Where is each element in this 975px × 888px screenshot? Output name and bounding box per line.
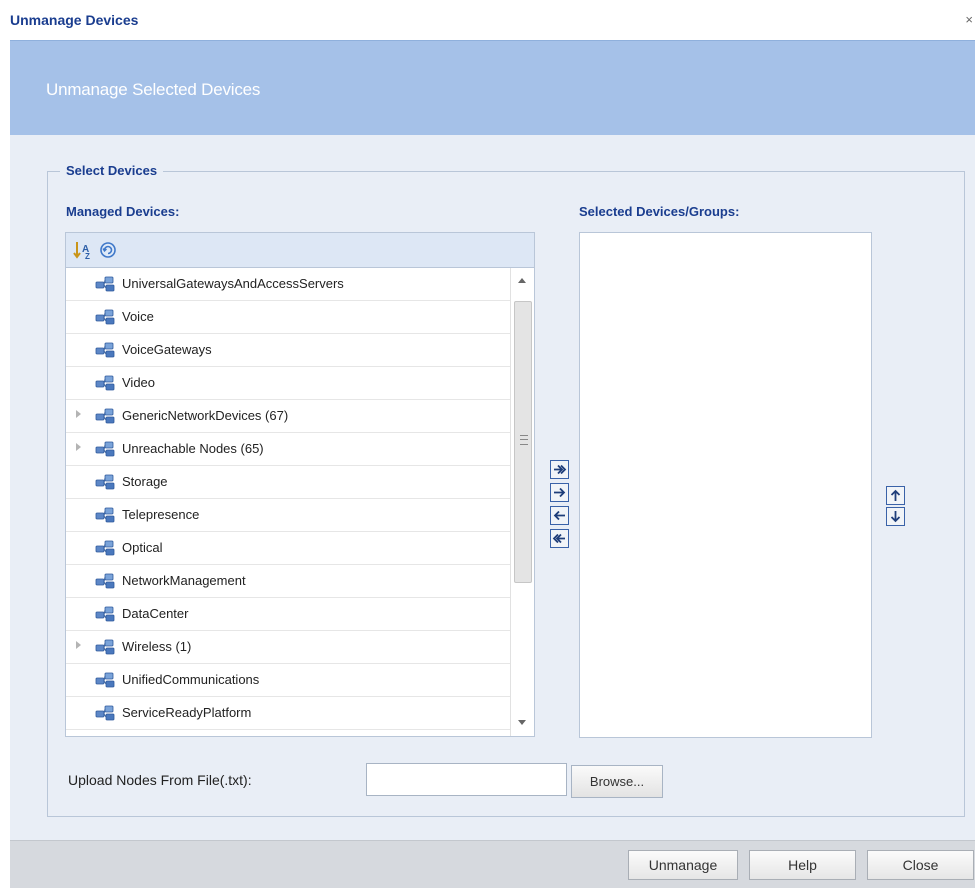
move-down-button[interactable]: [886, 507, 905, 526]
device-group-icon: [94, 703, 116, 723]
dialog-titlebar[interactable]: Unmanage Devices ×: [10, 0, 975, 40]
close-button[interactable]: Close: [867, 850, 974, 880]
managed-devices-tree[interactable]: UniversalGatewaysAndAccessServers Voice Vo…: [65, 268, 535, 737]
fieldset-legend: Select Devices: [60, 163, 164, 178]
tree-toolbar: A Z: [65, 232, 535, 268]
expand-arrow-icon[interactable]: [76, 410, 81, 418]
banner-title: Unmanage Selected Devices: [46, 80, 261, 99]
remove-all-icon: [552, 533, 565, 544]
device-group-icon: [94, 406, 116, 426]
refresh-icon[interactable]: [99, 241, 117, 259]
managed-devices-label: Managed Devices:: [66, 204, 180, 219]
device-group-icon: [94, 604, 116, 624]
move-up-icon: [890, 489, 901, 501]
upload-file-input[interactable]: [366, 763, 567, 796]
tree-row[interactable]: GenericNetworkDevices (67): [66, 400, 510, 433]
tree-row[interactable]: ServiceReadyPlatform: [66, 697, 510, 730]
tree-row-label: Video: [122, 375, 156, 390]
dialog-body: Select Devices Managed Devices: Selected…: [10, 135, 975, 840]
add-all-button[interactable]: [550, 460, 569, 479]
unmanage-button[interactable]: Unmanage: [628, 850, 738, 880]
selected-devices-list[interactable]: [579, 232, 872, 738]
add-icon: [554, 487, 566, 498]
tree-row-label: Voice: [122, 309, 154, 324]
browse-button[interactable]: Browse...: [571, 765, 663, 798]
upload-nodes-label: Upload Nodes From File(.txt):: [68, 772, 252, 788]
tree-row[interactable]: UnifiedCommunications: [66, 664, 510, 697]
tree-row-label: Storage: [122, 474, 168, 489]
device-group-icon: [94, 571, 116, 591]
device-group-icon: [94, 307, 116, 327]
device-group-icon: [94, 373, 116, 393]
remove-button[interactable]: [550, 506, 569, 525]
device-group-icon: [94, 637, 116, 657]
tree-row-label: NetworkManagement: [122, 573, 246, 588]
tree-row[interactable]: Telepresence: [66, 499, 510, 532]
tree-row[interactable]: UniversalGatewaysAndAccessServers: [66, 268, 510, 301]
scroll-up-arrow-icon[interactable]: [518, 278, 526, 283]
tree-row-label: Optical: [122, 540, 163, 555]
dialog-footer: Unmanage Help Close: [10, 840, 975, 888]
expand-arrow-icon[interactable]: [76, 641, 81, 649]
device-group-icon: [94, 439, 116, 459]
device-group-icon: [94, 505, 116, 525]
device-group-icon: [94, 670, 116, 690]
tree-row[interactable]: Voice: [66, 301, 510, 334]
device-group-icon: [94, 538, 116, 558]
remove-all-button[interactable]: [550, 529, 569, 548]
tree-row-label: VoiceGateways: [122, 342, 212, 357]
tree-scrollbar[interactable]: [510, 268, 534, 736]
tree-row[interactable]: NetworkManagement: [66, 565, 510, 598]
tree-row[interactable]: DataCenter: [66, 598, 510, 631]
move-up-button[interactable]: [886, 486, 905, 505]
device-group-icon: [94, 472, 116, 492]
remove-icon: [553, 510, 565, 521]
expand-arrow-icon[interactable]: [76, 443, 81, 451]
dialog-banner: Unmanage Selected Devices: [10, 40, 975, 135]
selected-devices-label: Selected Devices/Groups:: [579, 204, 740, 219]
scroll-down-arrow-icon[interactable]: [518, 720, 526, 725]
tree-row-label: DataCenter: [122, 606, 189, 621]
select-devices-fieldset: Select Devices Managed Devices: Selected…: [47, 163, 965, 817]
move-down-icon: [890, 511, 901, 523]
tree-row-label: Wireless (1): [122, 639, 192, 654]
tree-row-label: Unreachable Nodes (65): [122, 441, 264, 456]
tree-row[interactable]: VoiceGateways: [66, 334, 510, 367]
sort-icon[interactable]: A Z: [72, 240, 94, 261]
tree-row-label: Telepresence: [122, 507, 200, 522]
scroll-grip: [520, 435, 528, 445]
unmanage-devices-dialog: Unmanage Devices × Unmanage Selected Dev…: [10, 0, 975, 888]
tree-row[interactable]: Video: [66, 367, 510, 400]
device-group-icon: [94, 274, 116, 294]
help-button[interactable]: Help: [749, 850, 856, 880]
tree-row[interactable]: Unreachable Nodes (65): [66, 433, 510, 466]
tree-row[interactable]: Storage: [66, 466, 510, 499]
tree-row[interactable]: Optical: [66, 532, 510, 565]
tree-row-label: UnifiedCommunications: [122, 672, 260, 687]
close-icon[interactable]: ×: [965, 12, 973, 27]
tree-row-label: GenericNetworkDevices (67): [122, 408, 289, 423]
dialog-title: Unmanage Devices: [10, 12, 139, 28]
tree-row-label: ServiceReadyPlatform: [122, 705, 252, 720]
tree-row[interactable]: Wireless (1): [66, 631, 510, 664]
add-button[interactable]: [550, 483, 569, 502]
tree-row-label: UniversalGatewaysAndAccessServers: [122, 276, 344, 291]
scroll-thumb[interactable]: [514, 301, 532, 583]
window-edge: [0, 0, 10, 888]
add-all-icon: [554, 464, 567, 475]
svg-text:Z: Z: [85, 252, 90, 260]
device-group-icon: [94, 340, 116, 360]
